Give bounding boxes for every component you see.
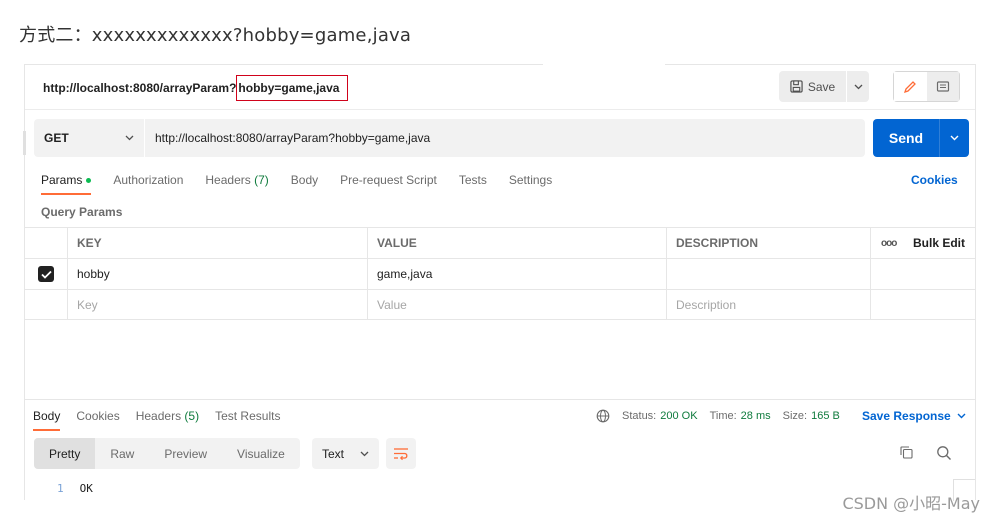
status-label: Status:	[622, 410, 657, 422]
send-button[interactable]: Send	[873, 119, 939, 157]
copy-icon[interactable]	[899, 445, 914, 460]
response-tabs: Body Cookies Headers (5) Test Results	[33, 409, 296, 431]
url-input[interactable]: http://localhost:8080/arrayParam?hobby=g…	[145, 119, 865, 157]
wrap-lines-icon	[394, 447, 408, 460]
query-params-label: Query Params	[41, 205, 123, 219]
highlighted-query: hobby=game,java	[236, 75, 349, 101]
edit-mode-button[interactable]	[894, 72, 927, 101]
request-title: http://localhost:8080/arrayParam? hobby=g…	[43, 75, 349, 101]
response-headers-count: (5)	[184, 409, 200, 423]
tab-headers[interactable]: Headers (7)	[205, 173, 268, 195]
view-preview[interactable]: Preview	[149, 438, 222, 469]
headers-count: (7)	[254, 173, 269, 187]
table-row-placeholder: Key Value Description	[25, 289, 975, 320]
search-icon[interactable]	[936, 445, 952, 461]
size-label: Size:	[782, 410, 808, 422]
response-content: OK	[79, 482, 93, 495]
param-description[interactable]	[666, 259, 870, 289]
comment-icon	[936, 80, 949, 92]
tab-body[interactable]: Body	[291, 173, 318, 195]
time-value: 28 ms	[740, 410, 771, 422]
chevron-down-icon	[854, 84, 862, 89]
page-heading: 方式二：xxxxxxxxxxxxx?hobby=game,java	[19, 25, 412, 46]
send-options-button[interactable]	[939, 119, 969, 157]
description-input[interactable]: Description	[666, 290, 870, 320]
params-active-dot	[86, 178, 92, 184]
chevron-down-icon	[125, 135, 134, 141]
mode-toggle	[893, 71, 960, 102]
value-input[interactable]: Value	[367, 290, 666, 320]
watermark: CSDN @小昭-May	[842, 494, 980, 513]
tab-response-body[interactable]: Body	[33, 409, 61, 431]
view-raw[interactable]: Raw	[95, 438, 149, 469]
checkbox-icon[interactable]	[38, 266, 54, 282]
format-select[interactable]: Text	[312, 438, 379, 469]
tab-settings[interactable]: Settings	[509, 173, 552, 195]
key-input[interactable]: Key	[67, 290, 367, 320]
bulk-edit-button[interactable]: Bulk Edit	[913, 236, 965, 250]
pencil-icon	[904, 80, 917, 93]
globe-icon[interactable]	[596, 409, 610, 423]
save-icon	[790, 80, 803, 93]
tab-params[interactable]: Params	[41, 173, 92, 195]
save-button[interactable]: Save	[779, 71, 846, 102]
line-number: 1	[57, 482, 64, 495]
view-visualize[interactable]: Visualize	[222, 438, 300, 469]
format-label: Text	[322, 446, 345, 461]
wrap-lines-button[interactable]	[386, 438, 416, 469]
save-label: Save	[807, 79, 836, 94]
param-key[interactable]: hobby	[67, 259, 367, 289]
status-value: 200 OK	[660, 410, 698, 422]
chevron-down-icon	[957, 413, 966, 419]
time-label: Time:	[709, 410, 737, 422]
column-description: DESCRIPTION	[666, 228, 870, 258]
postman-window: http://localhost:8080/arrayParam? hobby=g…	[23, 63, 976, 501]
method-select[interactable]: GET	[34, 119, 144, 157]
column-value: VALUE	[367, 228, 666, 258]
save-response-button[interactable]: Save Response	[862, 409, 966, 423]
tab-pre-request-script[interactable]: Pre-request Script	[340, 173, 437, 195]
tab-response-headers[interactable]: Headers (5)	[136, 409, 199, 431]
table-row: hobby game,java	[25, 258, 975, 289]
param-value[interactable]: game,java	[367, 259, 666, 289]
tab-test-results[interactable]: Test Results	[215, 409, 280, 431]
response-status-bar: Status: 200 OK Time: 28 ms Size: 165 B	[596, 409, 852, 423]
column-key: KEY	[67, 228, 367, 258]
response-body-line: 1 OK	[57, 482, 93, 495]
chevron-down-icon	[950, 135, 959, 141]
method-label: GET	[44, 131, 69, 145]
size-value: 165 B	[811, 410, 840, 422]
table-header-row: KEY VALUE DESCRIPTION ooo Bulk Edit	[25, 227, 975, 258]
cookies-link[interactable]: Cookies	[911, 173, 958, 187]
chevron-down-icon	[360, 451, 369, 456]
tab-response-cookies[interactable]: Cookies	[76, 409, 119, 431]
tab-authorization[interactable]: Authorization	[113, 173, 183, 195]
params-table: KEY VALUE DESCRIPTION ooo Bulk Edit hobb…	[25, 227, 975, 320]
view-pretty[interactable]: Pretty	[34, 438, 96, 469]
tab-tests[interactable]: Tests	[459, 173, 487, 195]
response-view-toggle: Pretty Raw Preview Visualize	[34, 438, 300, 469]
more-options-icon[interactable]: ooo	[881, 238, 897, 249]
request-title-prefix: http://localhost:8080/arrayParam?	[43, 81, 237, 95]
save-options-button[interactable]	[846, 71, 869, 102]
request-tabs: Params Authorization Headers (7) Body Pr…	[41, 173, 574, 195]
comments-button[interactable]	[926, 72, 959, 101]
